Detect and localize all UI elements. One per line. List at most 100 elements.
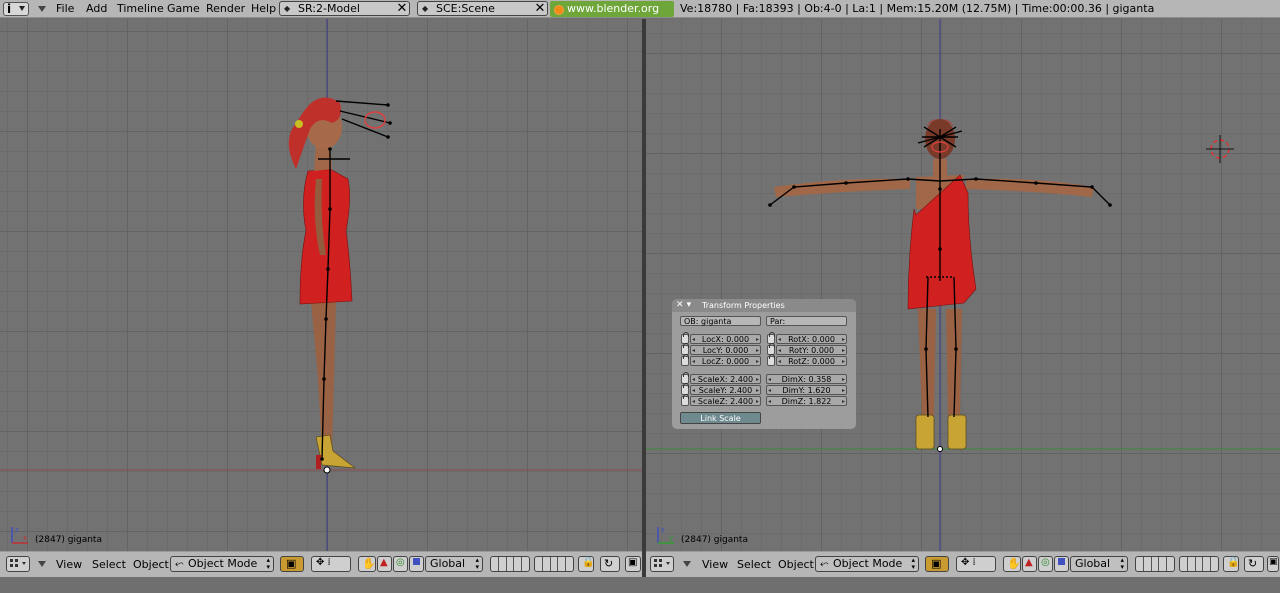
collapse-header-icon[interactable] (38, 561, 46, 567)
panel-title-bar[interactable]: ✕ ▾ Transform Properties (672, 299, 856, 312)
left-shoe-shape (915, 414, 935, 450)
draw-type-button[interactable]: ▣ (280, 556, 304, 572)
scale-manipulator[interactable] (409, 556, 424, 572)
layer-buttons-2[interactable] (534, 556, 574, 572)
updown-icon: ◆ (422, 4, 429, 13)
orientation-label: Global (1075, 557, 1111, 570)
parent-field[interactable]: Par: (766, 316, 847, 326)
menu-file[interactable]: File (56, 0, 74, 18)
svg-text:x: x (23, 534, 27, 542)
layer-buttons-2[interactable] (1179, 556, 1219, 572)
menu-game[interactable]: Game (167, 0, 200, 18)
heel-shape (316, 455, 321, 469)
panel-title: Transform Properties (702, 301, 785, 310)
pivot-button[interactable]: ✥ ⁞ (956, 556, 996, 572)
rotz-field[interactable]: ◂ RotZ: 0.000 ▸ (776, 356, 847, 366)
viewport-left[interactable]: z x (2847) giganta (0, 19, 642, 551)
mode-label: Object Mode (188, 557, 258, 570)
lock-layers-button[interactable]: 🔒 (1223, 556, 1239, 572)
locx-field[interactable]: ◂ LocX: 0.000 ▸ (690, 334, 761, 344)
menu-object[interactable]: Object (133, 552, 169, 577)
dimy-field[interactable]: ◂ DimY: 1.620 ▸ (766, 385, 847, 395)
updown-icon: ▴ ▾ (911, 556, 915, 571)
hand-icon: ✋ (362, 557, 376, 570)
screen-selector[interactable]: ◆ SR:2-Model ✕ (279, 1, 410, 16)
roty-field[interactable]: ◂ RotY: 0.000 ▸ (776, 345, 847, 355)
screen-name[interactable]: SR:2-Model (298, 2, 360, 16)
scalex-field[interactable]: ◂ ScaleX: 2.400 ▸ (690, 374, 761, 384)
right-arm-shape (966, 178, 1094, 197)
lock-locz-icon[interactable] (681, 354, 689, 366)
menu-timeline[interactable]: Timeline (117, 0, 164, 18)
origin-marker (937, 446, 943, 452)
render-preview-button[interactable]: ↻ (600, 556, 620, 572)
locz-field[interactable]: ◂ LocZ: 0.000 ▸ (690, 356, 761, 366)
collapse-header-icon[interactable] (683, 561, 691, 567)
mode-selector[interactable]: ⬿ Object Mode ▴ ▾ (815, 556, 919, 572)
rotx-field[interactable]: ◂ RotX: 0.000 ▸ (776, 334, 847, 344)
translate-manipulator[interactable]: ▲ (377, 556, 392, 572)
axis-gizmo-icon: z x (11, 526, 28, 544)
rotate-manipulator[interactable]: ◎ (1038, 556, 1053, 572)
layer-buttons-1[interactable] (490, 556, 530, 572)
rotate-manipulator[interactable]: ◎ (393, 556, 408, 572)
panel-close-icon[interactable]: ✕ ▾ (676, 299, 691, 312)
scene-selector[interactable]: ◆ SCE:Scene ✕ (417, 1, 548, 16)
pivot-icon: ✥ ⁞ (316, 557, 331, 568)
blender-url-link[interactable]: www.blender.org 249.2 (550, 1, 674, 31)
layer-buttons-1[interactable] (1135, 556, 1175, 572)
window-type-button[interactable]: i (3, 2, 29, 16)
scale-manipulator[interactable] (1054, 556, 1069, 572)
viewport-right[interactable]: z y (2847) giganta (646, 19, 1280, 551)
triangle-icon: ▲ (1025, 557, 1033, 568)
lock-rotz-icon[interactable] (767, 354, 775, 366)
parent-text: Par: (770, 317, 786, 326)
screen-icon: ▣ (628, 557, 638, 568)
grid-editor-icon (10, 559, 26, 567)
dimx-field[interactable]: ◂ DimX: 0.358 ▸ (766, 374, 847, 384)
menu-select[interactable]: Select (92, 552, 126, 577)
manipulator-toggle[interactable]: ✋ (1003, 556, 1021, 572)
scene-stats: Ve:18780 | Fa:18393 | Ob:4-0 | La:1 | Me… (680, 2, 1155, 15)
info-icon: i (7, 2, 12, 16)
menu-view[interactable]: View (702, 552, 728, 577)
lock-layers-button[interactable]: 🔒 (578, 556, 594, 572)
lock-scalez-icon[interactable] (681, 394, 689, 406)
orientation-selector[interactable]: Global ▴ ▾ (1070, 556, 1128, 572)
close-scene-icon[interactable]: ✕ (533, 1, 547, 16)
updown-icon: ▴ ▾ (266, 556, 270, 571)
menu-view[interactable]: View (56, 552, 82, 577)
lock-icon: 🔒 (1227, 557, 1240, 568)
dimz-field[interactable]: ◂ DimZ: 1.822 ▸ (766, 396, 847, 406)
collapse-menu-icon[interactable] (38, 6, 46, 12)
lock-icon: 🔒 (582, 557, 595, 568)
orientation-selector[interactable]: Global ▴ ▾ (425, 556, 483, 572)
menu-help[interactable]: Help (251, 0, 276, 18)
origin-marker (323, 466, 331, 474)
draw-type-button[interactable]: ▣ (925, 556, 949, 572)
locy-field[interactable]: ◂ LocY: 0.000 ▸ (690, 345, 761, 355)
editor-type-button[interactable] (6, 556, 30, 572)
3d-cursor-icon (1206, 135, 1234, 163)
editor-type-button[interactable] (650, 556, 674, 572)
dress-shape (299, 168, 353, 305)
translate-manipulator[interactable]: ▲ (1022, 556, 1037, 572)
menu-select[interactable]: Select (737, 552, 771, 577)
render-view-button[interactable]: ▣ (1267, 556, 1279, 572)
close-screen-icon[interactable]: ✕ (395, 1, 409, 16)
triangle-icon: ▲ (380, 557, 388, 568)
manipulator-toggle[interactable]: ✋ (358, 556, 376, 572)
mode-selector[interactable]: ⬿ Object Mode ▴ ▾ (170, 556, 274, 572)
pivot-button[interactable]: ✥ ⁞ (311, 556, 351, 572)
scalez-field[interactable]: ◂ ScaleZ: 2.400 ▸ (690, 396, 761, 406)
menu-render[interactable]: Render (206, 0, 245, 18)
render-preview-button[interactable]: ↻ (1244, 556, 1264, 572)
object-name-field[interactable]: OB: giganta (680, 316, 761, 326)
render-view-button[interactable]: ▣ (625, 556, 641, 572)
scaley-field[interactable]: ◂ ScaleY: 2.400 ▸ (690, 385, 761, 395)
scene-name[interactable]: SCE:Scene (436, 2, 495, 16)
menu-add[interactable]: Add (86, 0, 107, 18)
render-icon: ↻ (1248, 557, 1258, 570)
menu-object[interactable]: Object (778, 552, 814, 577)
link-scale-button[interactable]: Link Scale (680, 412, 761, 424)
